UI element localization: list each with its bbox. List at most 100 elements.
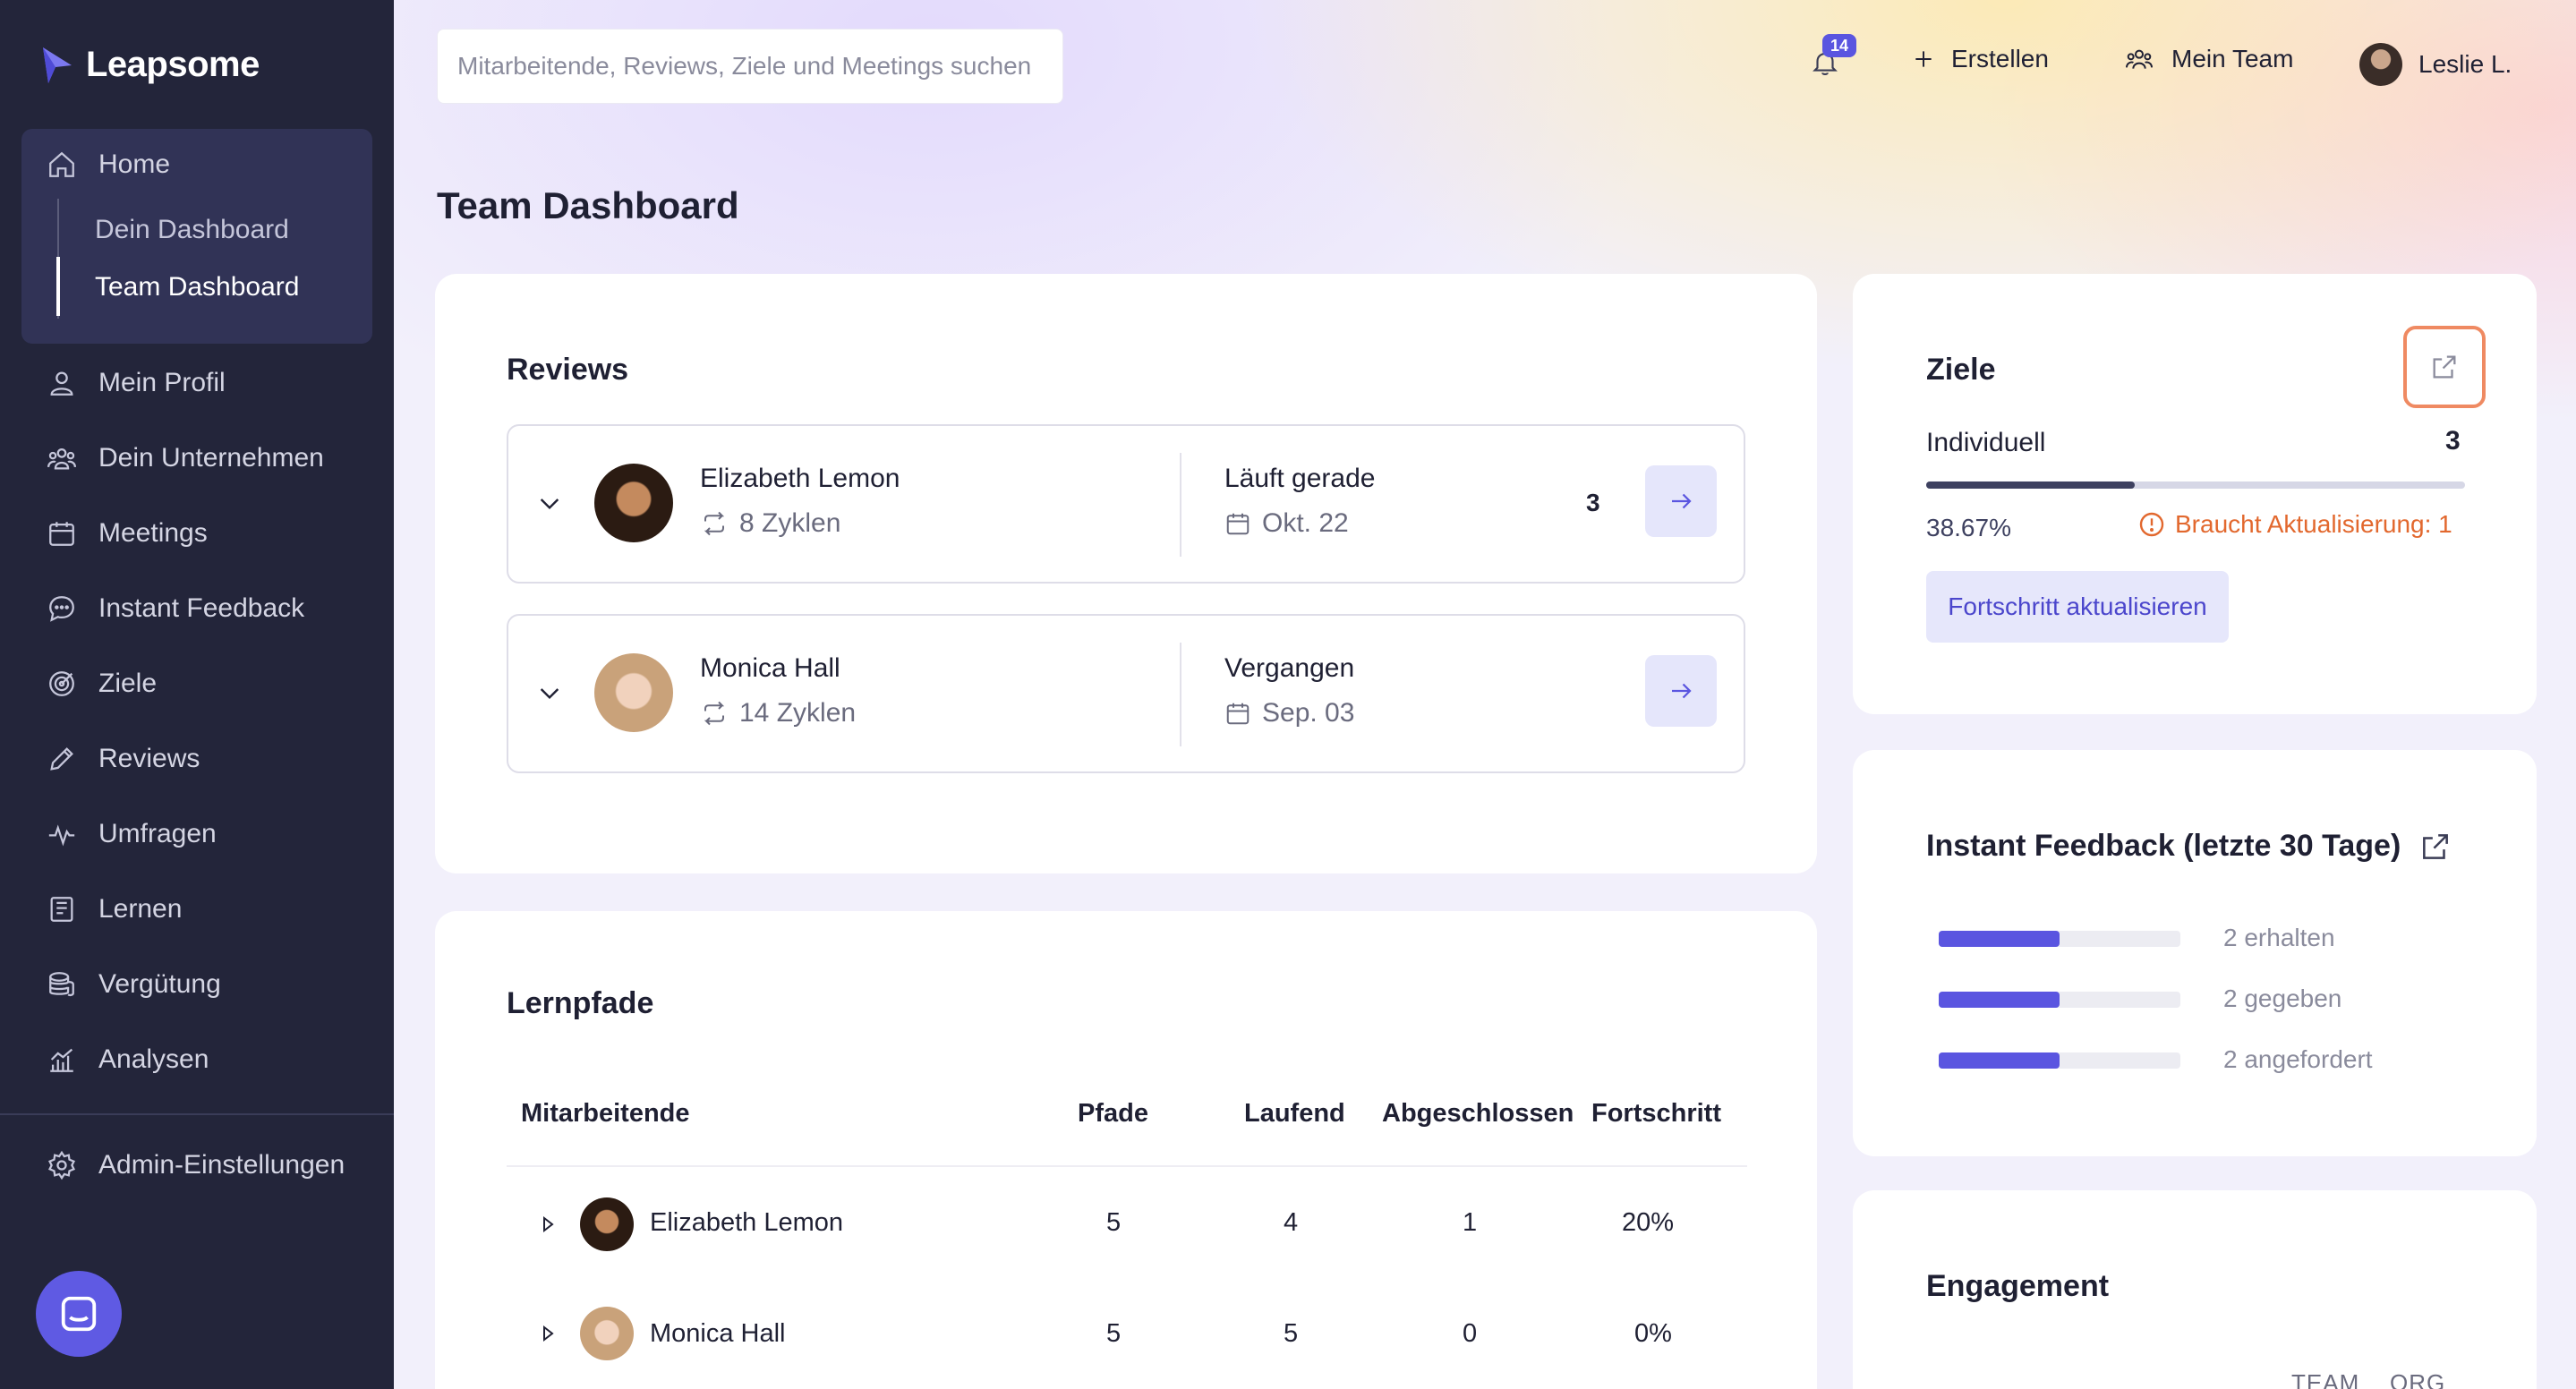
engagement-column-team: TEAM [2291, 1369, 2360, 1389]
leapsome-logo-icon [43, 47, 72, 83]
employee-name: Elizabeth Lemon [650, 1208, 844, 1237]
caret-right-icon[interactable] [537, 1323, 559, 1344]
goal-percent: 38.67% [1926, 514, 2011, 541]
engagement-column-org: ORG [2390, 1369, 2446, 1389]
avatar [580, 1197, 634, 1251]
review-person-name: Monica Hall [700, 653, 840, 683]
sidebar-item-label: Ziele [98, 669, 158, 698]
sidebar-item-label: Meetings [98, 518, 208, 548]
sidebar-item-label: Analysen [98, 1044, 209, 1074]
support-chat-button[interactable] [36, 1271, 122, 1357]
instant-feedback-title: Instant Feedback (letzte 30 Tage) [1926, 829, 2401, 863]
users-icon [47, 447, 77, 470]
user-menu[interactable]: Leslie L. [2359, 43, 2512, 86]
sidebar-item-label: Instant Feedback [98, 593, 305, 623]
avatar [594, 653, 673, 732]
sidebar-item-lernen[interactable]: Lernen [47, 890, 182, 929]
sidebar-item-label: Mein Profil [98, 368, 226, 397]
calendar-icon [1226, 703, 1250, 725]
notification-badge: 14 [1822, 34, 1856, 57]
employee-name: Monica Hall [650, 1319, 786, 1348]
lernpfade-title: Lernpfade [507, 986, 654, 1020]
feedback-requested-label: 2 angefordert [2223, 1045, 2373, 1073]
sidebar-item-verguetung[interactable]: Vergütung [47, 965, 221, 1004]
goal-progress-fill [1926, 481, 2135, 489]
chevron-down-icon[interactable] [535, 489, 564, 517]
cell-fortschritt: 20% [1622, 1208, 1675, 1237]
book-icon [50, 897, 73, 922]
sidebar-item-reviews[interactable]: Reviews [47, 739, 200, 779]
open-review-button[interactable] [1645, 655, 1717, 727]
gear-icon [47, 1150, 76, 1180]
sidebar-item-instant-feedback[interactable]: Instant Feedback [47, 589, 304, 628]
column-header-pfade[interactable]: Pfade [1078, 1099, 1148, 1129]
sidebar: Leapsome Home Dein Dashboard Team Dashbo… [0, 0, 394, 1389]
sidebar-item-umfragen[interactable]: Umfragen [47, 814, 217, 854]
goal-count: 3 [2445, 426, 2461, 456]
sidebar-item-dein-unternehmen[interactable]: Dein Unternehmen [47, 439, 324, 478]
open-goals-button[interactable] [2403, 326, 2486, 408]
row-divider [1180, 453, 1181, 557]
feedback-given-label: 2 gegeben [2223, 984, 2342, 1012]
review-date-text: Okt. 22 [1262, 508, 1349, 538]
create-label: Erstellen [1951, 45, 2049, 72]
feedback-bar-fill [1939, 1052, 2060, 1069]
sidebar-item-admin-einstellungen[interactable]: Admin-Einstellungen [47, 1146, 345, 1185]
warning-icon [2139, 512, 2164, 537]
column-header-laufend[interactable]: Laufend [1244, 1099, 1345, 1129]
feedback-bar-fill [1939, 931, 2060, 947]
sidebar-item-home[interactable]: Home [47, 145, 170, 184]
lernpfade-card: Lernpfade [435, 911, 1817, 1389]
my-team-button[interactable]: Mein Team [2123, 45, 2293, 73]
sidebar-item-meetings[interactable]: Meetings [47, 514, 208, 553]
avatar [594, 464, 673, 542]
repeat-icon [704, 511, 725, 536]
team-icon [2126, 49, 2153, 69]
review-cycles: 8 Zyklen [700, 508, 840, 539]
external-link-icon[interactable] [2418, 830, 2452, 864]
target-icon [49, 671, 74, 696]
arrow-right-icon [1672, 683, 1692, 699]
column-header-mitarbeitende[interactable]: Mitarbeitende [521, 1099, 690, 1129]
feedback-received-label: 2 erhalten [2223, 924, 2335, 951]
user-name: Leslie L. [2418, 50, 2512, 78]
sidebar-item-label: Umfragen [98, 819, 217, 848]
open-review-button[interactable] [1645, 465, 1717, 537]
caret-right-icon[interactable] [537, 1214, 559, 1235]
sidebar-item-analysen[interactable]: Analysen [47, 1040, 209, 1079]
review-row[interactable]: Monica Hall 14 Zyklen Vergangen Sep. 03 [507, 614, 1745, 773]
sidebar-item-label: Home [98, 149, 171, 179]
sidebar-item-ziele[interactable]: Ziele [47, 664, 157, 703]
logo[interactable]: Leapsome [39, 45, 260, 85]
review-date-text: Sep. 03 [1262, 698, 1355, 728]
sidebar-subitem-team-dashboard[interactable]: Team Dashboard [95, 272, 299, 303]
external-link-icon [2433, 355, 2456, 379]
cell-abgeschlossen: 1 [1463, 1208, 1478, 1237]
create-button[interactable]: Erstellen [1912, 45, 2049, 73]
page-title: Team Dashboard [437, 184, 739, 226]
review-row[interactable]: Elizabeth Lemon 8 Zyklen Läuft gerade Ok… [507, 424, 1745, 584]
ziele-title: Ziele [1926, 353, 1996, 387]
chevron-down-icon[interactable] [535, 678, 564, 707]
engagement-title: Engagement [1926, 1269, 2110, 1303]
feedback-bar-fill [1939, 992, 2060, 1008]
pencil-icon [50, 747, 73, 771]
column-header-fortschritt[interactable]: Fortschritt [1591, 1099, 1721, 1129]
sidebar-divider [0, 1113, 394, 1115]
chart-icon [50, 1048, 73, 1072]
cell-pfade: 5 [1106, 1319, 1122, 1348]
goal-warning: Braucht Aktualisierung: 1 [2137, 510, 2452, 539]
sidebar-item-mein-profil[interactable]: Mein Profil [47, 363, 226, 403]
plus-icon [1915, 51, 1932, 67]
row-divider [1180, 643, 1181, 746]
my-team-label: Mein Team [2171, 45, 2294, 72]
sidebar-item-label: Reviews [98, 744, 200, 773]
update-progress-button[interactable]: Fortschritt aktualisieren [1926, 571, 2229, 643]
goal-warning-text: Braucht Aktualisierung: 1 [2175, 510, 2452, 538]
coins-icon [49, 972, 74, 997]
reviews-title: Reviews [507, 353, 629, 387]
table-header-divider [507, 1165, 1747, 1167]
sidebar-subitem-dein-dashboard[interactable]: Dein Dashboard [95, 215, 289, 245]
search-input[interactable]: Mitarbeitende, Reviews, Ziele und Meetin… [437, 29, 1063, 104]
column-header-abgeschlossen[interactable]: Abgeschlossen [1382, 1099, 1574, 1129]
